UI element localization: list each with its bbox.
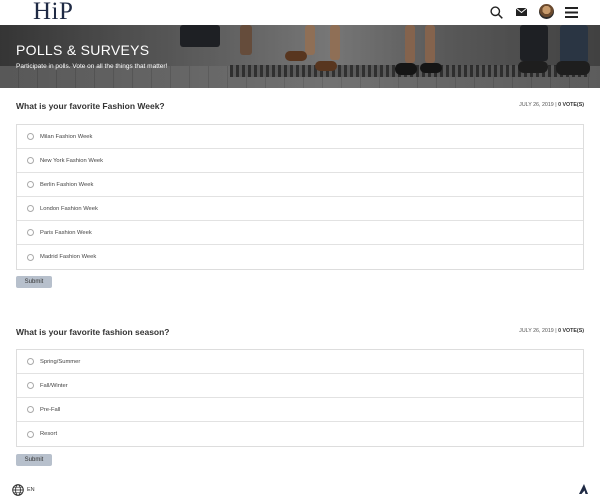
poll-option-label: Madrid Fashion Week bbox=[40, 254, 97, 260]
radio-button[interactable] bbox=[27, 406, 34, 413]
poll-option[interactable]: London Fashion Week bbox=[17, 197, 583, 221]
poll-options: Spring/Summer Fall/Winter Pre-Fall Resor… bbox=[16, 349, 584, 447]
submit-button[interactable]: Submit bbox=[16, 276, 52, 288]
poll-meta: JULY 26, 2019 | 0 VOTE(S) bbox=[519, 102, 584, 108]
poll-option-label: Spring/Summer bbox=[40, 358, 81, 365]
poll-date: JULY 26, 2019 bbox=[519, 102, 554, 108]
poll-fashion-week: What is your favorite Fashion Week? JULY… bbox=[16, 101, 584, 291]
poll-vote-count: 0 VOTE(S) bbox=[558, 328, 584, 334]
poll-option-label: Paris Fashion Week bbox=[40, 229, 92, 236]
search-icon[interactable] bbox=[489, 4, 503, 20]
poll-option[interactable]: Paris Fashion Week bbox=[17, 221, 583, 245]
user-avatar[interactable] bbox=[539, 4, 554, 19]
poll-option-label: Milan Fashion Week bbox=[40, 133, 93, 140]
radio-button[interactable] bbox=[27, 253, 34, 261]
poll-option-label: Resort bbox=[40, 431, 58, 437]
poll-option[interactable]: Resort bbox=[17, 422, 583, 446]
poll-option[interactable]: Spring/Summer bbox=[17, 350, 583, 374]
poll-option[interactable]: Pre-Fall bbox=[17, 398, 583, 422]
globe-icon bbox=[12, 484, 24, 496]
poll-option-label: New York Fashion Week bbox=[40, 157, 104, 164]
hero-banner: POLLS & SURVEYS Participate in polls. Vo… bbox=[0, 25, 600, 88]
poll-question: What is your favorite fashion season? bbox=[16, 327, 170, 337]
page-title: POLLS & SURVEYS bbox=[16, 42, 150, 58]
poll-date: JULY 26, 2019 bbox=[519, 328, 554, 334]
poll-question: What is your favorite Fashion Week? bbox=[16, 101, 165, 111]
radio-button[interactable] bbox=[27, 430, 34, 438]
poll-option[interactable]: New York Fashion Week bbox=[17, 149, 583, 173]
top-navigation-bar: HiP bbox=[0, 0, 600, 25]
radio-button[interactable] bbox=[27, 205, 34, 212]
poll-meta: JULY 26, 2019 | 0 VOTE(S) bbox=[519, 328, 584, 334]
radio-button[interactable] bbox=[27, 229, 34, 236]
poll-option[interactable]: Fall/Winter bbox=[17, 374, 583, 398]
language-label: EN bbox=[27, 487, 35, 493]
poll-option[interactable]: Berlin Fashion Week bbox=[17, 173, 583, 197]
mail-icon[interactable] bbox=[515, 4, 527, 20]
poll-meta-separator: | bbox=[555, 102, 557, 108]
page-subtitle: Participate in polls. Vote on all the th… bbox=[16, 63, 168, 70]
submit-button[interactable]: Submit bbox=[16, 454, 52, 466]
poll-fashion-season: What is your favorite fashion season? JU… bbox=[16, 327, 584, 467]
poll-option-label: Pre-Fall bbox=[40, 406, 61, 413]
radio-button[interactable] bbox=[27, 181, 34, 188]
poll-option[interactable]: Madrid Fashion Week bbox=[17, 245, 583, 269]
poll-option[interactable]: Milan Fashion Week bbox=[17, 125, 583, 149]
radio-button[interactable] bbox=[27, 382, 34, 389]
language-selector[interactable]: EN bbox=[12, 484, 35, 496]
radio-button[interactable] bbox=[27, 157, 34, 164]
hamburger-menu-icon[interactable] bbox=[565, 4, 578, 20]
radio-button[interactable] bbox=[27, 133, 34, 140]
poll-option-label: Berlin Fashion Week bbox=[40, 181, 94, 188]
poll-option-label: London Fashion Week bbox=[40, 205, 98, 212]
radio-button[interactable] bbox=[27, 358, 34, 365]
poll-vote-count: 0 VOTE(S) bbox=[558, 102, 584, 108]
poll-options: Milan Fashion Week New York Fashion Week… bbox=[16, 124, 584, 270]
brand-mark-icon bbox=[579, 484, 588, 494]
poll-meta-separator: | bbox=[555, 328, 557, 334]
site-logo[interactable]: HiP bbox=[33, 0, 73, 26]
poll-option-label: Fall/Winter bbox=[40, 382, 68, 389]
